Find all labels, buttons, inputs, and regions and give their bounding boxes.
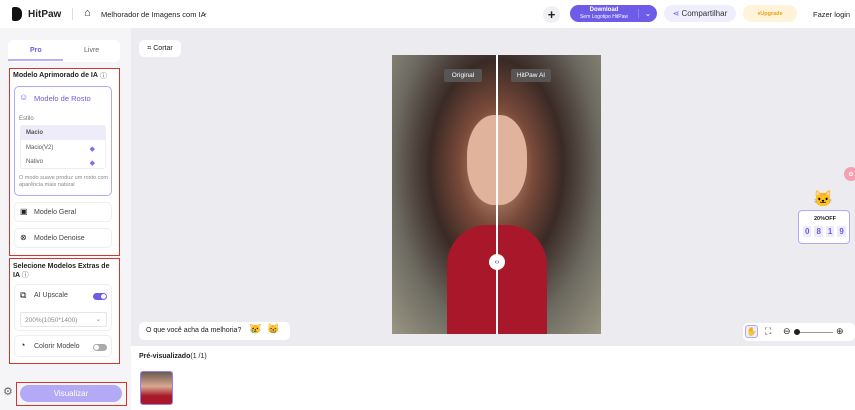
view-toolbar: ✋ ⛶ ⊖ ⊕ — [743, 323, 855, 341]
share-button[interactable]: ⋖ Compartilhar — [664, 5, 736, 22]
general-model-card[interactable]: ▣ Modelo Geral — [14, 202, 112, 222]
premium-icon: ◆ — [89, 146, 95, 153]
hand-tool-icon[interactable]: ✋ — [745, 325, 758, 338]
face-icon: ☺ — [19, 92, 29, 102]
cat-mascot-icon: 🐱 — [813, 191, 833, 208]
zoom-in-icon[interactable]: ⊕ — [836, 326, 844, 337]
style-option[interactable]: Macio(V2) ◆ — [21, 141, 105, 155]
zoom-out-icon[interactable]: ⊖ — [783, 326, 791, 337]
denoise-icon: ⊗ — [20, 233, 27, 242]
preview-button-highlight: Visualizar — [16, 382, 127, 406]
crop-icon: ⌗ — [147, 44, 152, 52]
info-icon[interactable]: ⓘ — [22, 272, 29, 279]
chevron-down-icon[interactable]: ⌄ — [202, 9, 208, 17]
preview-strip: Pré-visualizado(1 /1) — [131, 346, 855, 410]
share-icon: ⋖ — [672, 9, 680, 18]
preview-thumbnail[interactable] — [140, 371, 173, 405]
section-title: Modelo Aprimorado de IA — [13, 72, 98, 79]
compare-slider-handle[interactable]: ‹› — [489, 254, 505, 270]
add-button[interactable]: + — [543, 6, 560, 23]
fit-screen-icon[interactable]: ⛶ — [765, 326, 771, 337]
upgrade-button[interactable]: ♦ Upgrade — [743, 5, 797, 22]
sad-cat-icon[interactable]: 😿 — [249, 324, 261, 335]
ai-model-section: Modelo Aprimorado de IA ⓘ ☺ Modelo de Ro… — [9, 68, 120, 256]
promo-timer: 0 8 1 9 — [803, 226, 846, 237]
scale-select[interactable]: 200%(1050*1400) ⌄ — [20, 312, 107, 327]
original-label: Original — [444, 69, 482, 82]
settings-icon[interactable]: ⚙ — [3, 385, 13, 398]
left-panel: Pro Livre Modelo Aprimorado de IA ⓘ ☺ Mo… — [0, 28, 131, 410]
mode-tabs: Pro Livre — [8, 40, 120, 62]
ai-label: HitPaw AI — [511, 69, 551, 82]
hitpaw-logo-icon — [12, 7, 22, 21]
info-icon[interactable]: ⓘ — [100, 71, 107, 81]
tab-pro[interactable]: Pro — [30, 47, 42, 54]
side-badge-icon[interactable]: ✿ — [844, 167, 855, 181]
compare-divider[interactable] — [496, 55, 498, 334]
download-dropdown-icon[interactable]: ⌄ — [638, 9, 657, 18]
upscale-toggle[interactable] — [93, 293, 107, 300]
promo-widget[interactable]: 🐱 20%OFF 0 8 1 9 — [798, 191, 850, 244]
comparison-image[interactable]: Original HitPaw AI ‹› — [392, 55, 601, 334]
palette-icon: ◔ — [20, 340, 26, 350]
extra-models-section: Selecione Modelos Extras de IA ⓘ ⧉ AI Up… — [9, 258, 120, 364]
zoom-slider-handle[interactable] — [794, 329, 800, 335]
premium-icon: ◆ — [89, 160, 95, 167]
colorize-card: ◔ Colorir Modelo — [14, 335, 112, 357]
tool-selector[interactable]: Melhorador de Imagens com IA — [101, 10, 206, 19]
preview-button[interactable]: Visualizar — [20, 385, 122, 402]
happy-cat-icon[interactable]: 😸 — [267, 324, 279, 335]
section-title: Selecione Modelos Extras de IA ⓘ — [13, 263, 110, 279]
download-button[interactable]: Download Sem Logotipo HitPaw ⌄ — [570, 5, 657, 22]
upscale-icon: ⧉ — [20, 290, 27, 300]
top-bar: HitPaw ⌂ Melhorador de Imagens com IA ⌄ … — [0, 0, 855, 28]
colorize-toggle[interactable] — [93, 344, 107, 351]
tab-livre[interactable]: Livre — [84, 47, 99, 54]
style-option[interactable]: Macio — [21, 126, 105, 140]
style-list: Macio Macio(V2) ◆ Nativo ◆ — [20, 125, 106, 169]
zoom-slider[interactable] — [795, 332, 833, 333]
face-model-card[interactable]: ☺ Modelo de Rosto Estilo Macio Macio(V2)… — [14, 86, 112, 196]
style-option[interactable]: Nativo ◆ — [21, 155, 105, 169]
image-icon: ▣ — [20, 207, 28, 216]
chevron-down-icon: ⌄ — [95, 316, 101, 323]
denoise-model-card[interactable]: ⊗ Modelo Denoise — [14, 228, 112, 248]
feedback-bar: O que você acha da melhoria? 😿 😸 — [139, 322, 290, 340]
brand-name: HitPaw — [28, 9, 62, 20]
upscale-card: ⧉ AI Upscale 200%(1050*1400) ⌄ — [14, 284, 112, 331]
crop-button[interactable]: ⌗ Cortar — [139, 40, 181, 57]
home-icon[interactable]: ⌂ — [84, 7, 91, 19]
preview-title: Pré-visualizado(1 /1) — [139, 353, 207, 360]
login-link[interactable]: Fazer login — [813, 10, 850, 19]
